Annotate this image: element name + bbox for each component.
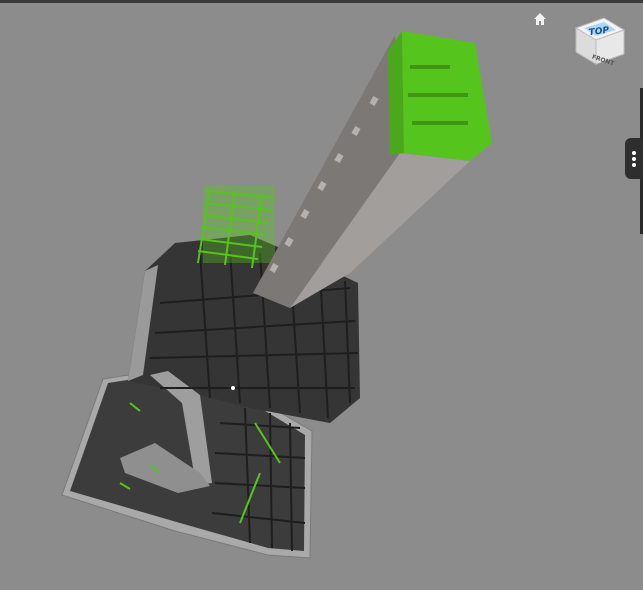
highlighted-roof-frame[interactable]	[203, 185, 275, 263]
home-icon	[534, 13, 546, 25]
selection-marker[interactable]	[231, 386, 235, 390]
model-viewport-3d[interactable]	[0, 3, 643, 590]
viewcube[interactable]	[570, 14, 628, 72]
side-panel-toggle-button[interactable]	[625, 138, 643, 179]
building-model[interactable]	[0, 3, 643, 590]
tower-top-left-face[interactable]	[388, 31, 404, 155]
home-button[interactable]	[531, 10, 549, 28]
viewcube-icon	[574, 17, 626, 65]
